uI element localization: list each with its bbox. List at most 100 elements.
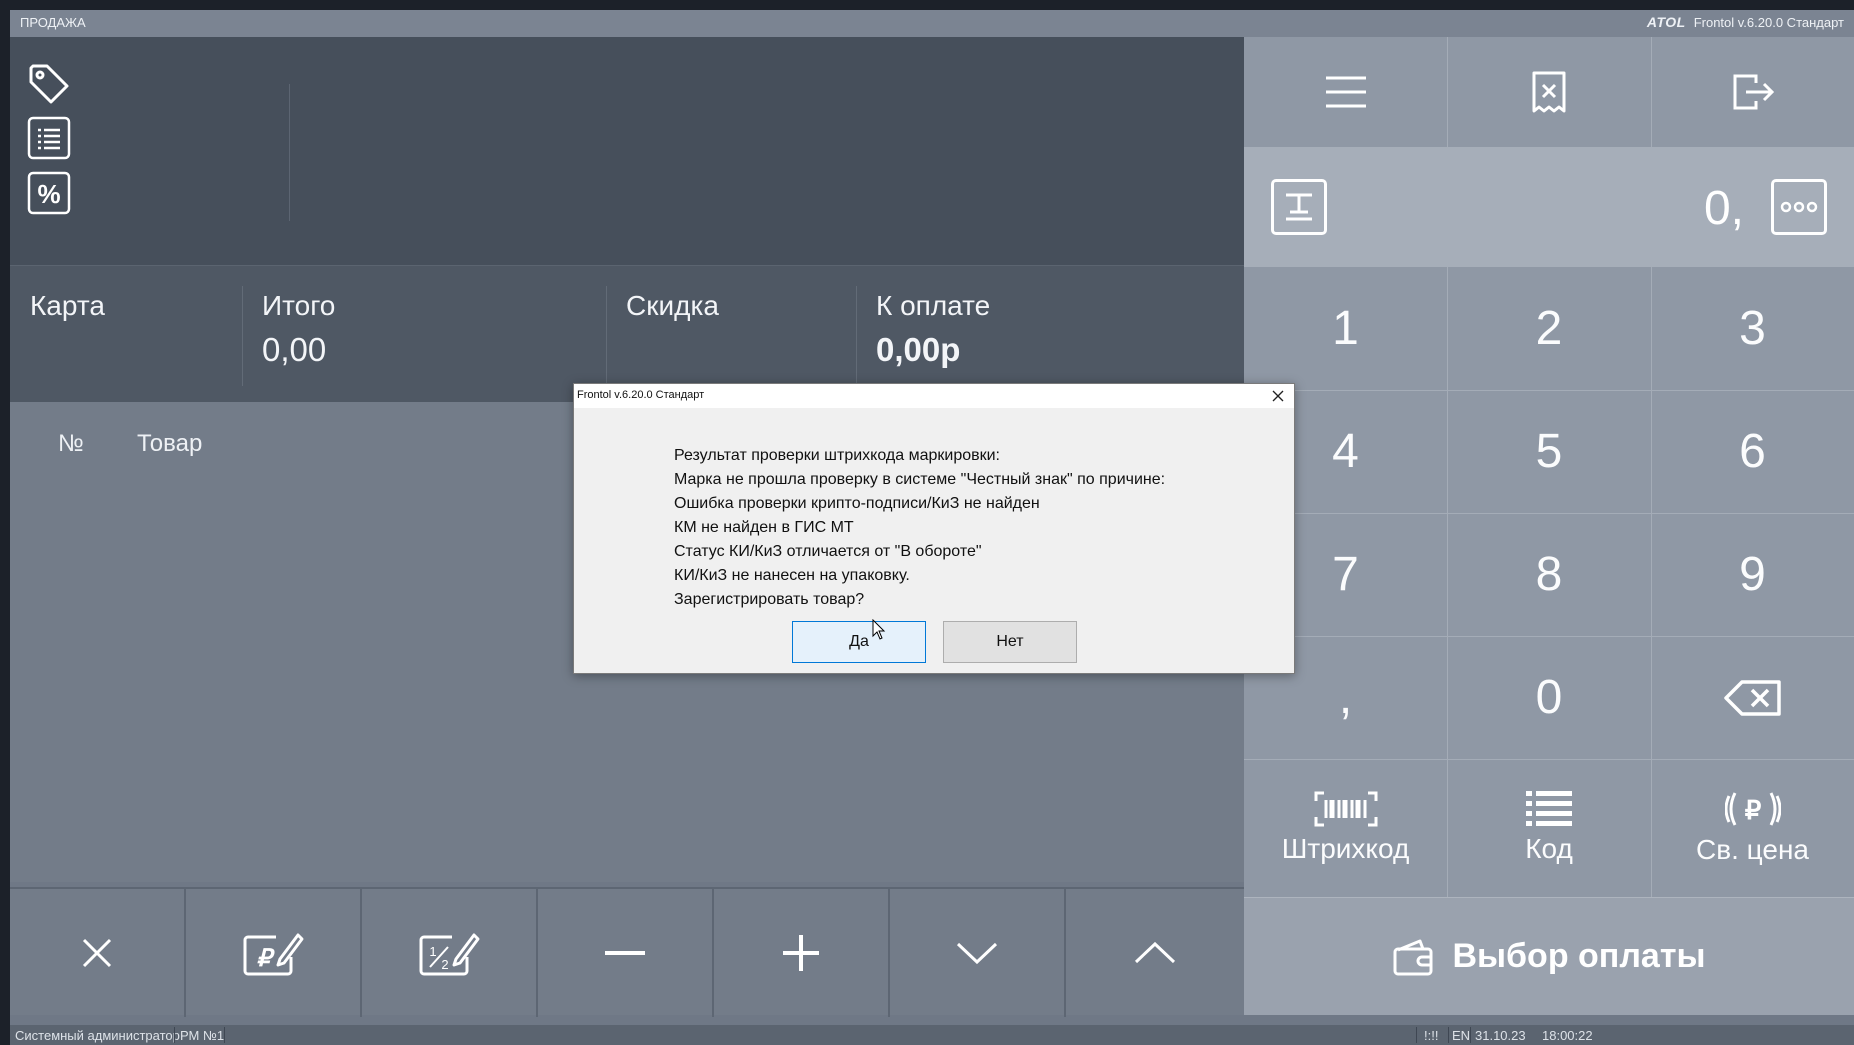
scale-icon [1286,193,1312,221]
keypad-panel: 0, 1 2 3 4 5 6 7 8 9 , 0 Штрихкод Код ₽ … [1244,37,1854,1015]
hamburger-menu-icon [1325,76,1366,108]
divider [1448,1027,1449,1043]
wallet-icon [1393,939,1433,975]
divider [1447,267,1448,897]
free-price-icon: ₽ [1724,792,1781,826]
edit-price-icon: ₽ [243,933,304,976]
payment-select-button[interactable]: Выбор оплаты [1244,897,1854,1015]
divider [1416,1027,1417,1043]
svg-text:2: 2 [441,957,448,972]
logout-icon [1733,74,1774,110]
divider [1651,267,1652,897]
close-icon [1272,390,1284,402]
free-price-button[interactable]: ₽ Св. цена [1651,759,1854,897]
divider [1244,390,1854,391]
status-time: 18:00:22 [1542,1028,1593,1043]
divider [1244,759,1854,760]
message-line: Статус КИ/КиЗ отличается от "В обороте" [674,543,982,560]
divider [289,84,290,221]
more-icon [1780,201,1818,213]
app-version: Frontol v.6.20.0 Стандарт [1693,14,1844,30]
dialog-title: Frontol v.6.20.0 Стандарт [574,384,1294,408]
chevron-down-icon [956,942,998,965]
edit-quantity-icon: 1 2 [419,933,480,976]
list-icon [1526,791,1572,826]
to-pay-label: К оплате [876,290,991,321]
barcode-button[interactable]: Штрихкод [1244,759,1447,897]
message-line: КМ не найден в ГИС МТ [674,519,854,536]
divider [1244,513,1854,514]
decrease-quantity-button[interactable] [538,889,714,1017]
svg-text:₽: ₽ [256,945,275,972]
key-3[interactable]: 3 [1651,267,1854,390]
mouse-cursor-icon [872,618,886,646]
key-6[interactable]: 6 [1651,390,1854,513]
key-2[interactable]: 2 [1447,267,1651,390]
dialog-close-button[interactable] [1270,388,1286,404]
divider [1244,636,1854,637]
cancel-receipt-button[interactable] [1447,37,1651,147]
message-line: Результат проверки штрихкода маркировки: [674,447,1000,464]
status-bar: Системный администратор РМ №1 !:!! EN 31… [10,1025,1854,1045]
svg-text:%: % [37,179,60,209]
quantity-display: 0, [1244,147,1854,267]
barcode-label: Штрихкод [1281,833,1410,864]
key-label: 0 [1535,671,1563,724]
receipt-tools-area: % [10,37,1244,265]
code-label: Код [1525,833,1573,864]
column-number: № [58,430,84,457]
scroll-down-button[interactable] [890,889,1066,1017]
atol-logo: ATOL [1646,14,1686,30]
key-label: 8 [1535,548,1563,601]
scroll-up-button[interactable] [1066,889,1244,1017]
column-item: Товар [137,430,203,457]
free-price-label: Св. цена [1696,834,1809,865]
list-icon[interactable] [26,115,72,161]
svg-text:1: 1 [429,944,436,959]
status-date: 31.10.23 [1475,1028,1526,1043]
keyboard-language: EN [1452,1028,1471,1043]
percent-discount-icon[interactable]: % [26,170,72,216]
quantity-value: 0, [1703,182,1744,235]
dialog-message: Результат проверки штрихкода маркировки:… [674,444,1165,612]
workstation: РМ №1 [180,1028,225,1043]
backspace-button[interactable] [1651,636,1854,759]
cancel-item-button[interactable] [10,889,186,1017]
scale-button[interactable] [1271,179,1327,235]
key-label: 1 [1332,302,1359,355]
divider [1651,37,1652,147]
key-5[interactable]: 5 [1447,390,1651,513]
minus-icon [605,951,645,955]
divider [174,1027,175,1043]
logout-button[interactable] [1651,37,1854,147]
key-label: 9 [1739,548,1766,601]
discount-label: Скидка [626,290,719,321]
marking-check-dialog: Frontol v.6.20.0 Стандарт Результат пров… [573,383,1295,674]
no-button[interactable]: Нет [943,621,1077,663]
barcode-icon [1314,791,1377,827]
edit-price-button[interactable]: ₽ [186,889,362,1017]
message-line: Ошибка проверки крипто-подписи/КиЗ не на… [674,495,1040,512]
card-cell[interactable]: Карта [10,266,242,403]
edit-quantity-button[interactable]: 1 2 [362,889,538,1017]
total-cell: Итого 0,00 [242,266,606,403]
card-label: Карта [30,290,105,321]
brand: ATOL Frontol v.6.20.0 Стандарт [1647,14,1844,30]
divider [224,1027,225,1043]
menu-button[interactable] [1244,37,1447,147]
price-tag-icon[interactable] [26,61,72,107]
key-0[interactable]: 0 [1447,636,1651,759]
more-options-button[interactable] [1771,179,1827,235]
key-label: 2 [1535,302,1563,355]
yes-button[interactable]: Да [792,621,926,663]
increase-quantity-button[interactable] [714,889,890,1017]
total-value: 0,00 [262,331,327,368]
key-9[interactable]: 9 [1651,513,1854,636]
key-label: 7 [1332,548,1359,601]
code-button[interactable]: Код [1447,759,1651,897]
key-8[interactable]: 8 [1447,513,1651,636]
to-pay-value: 0,00р [876,331,961,368]
key-label: , [1338,671,1353,724]
key-1[interactable]: 1 [1244,267,1447,390]
key-label: 3 [1739,302,1766,355]
